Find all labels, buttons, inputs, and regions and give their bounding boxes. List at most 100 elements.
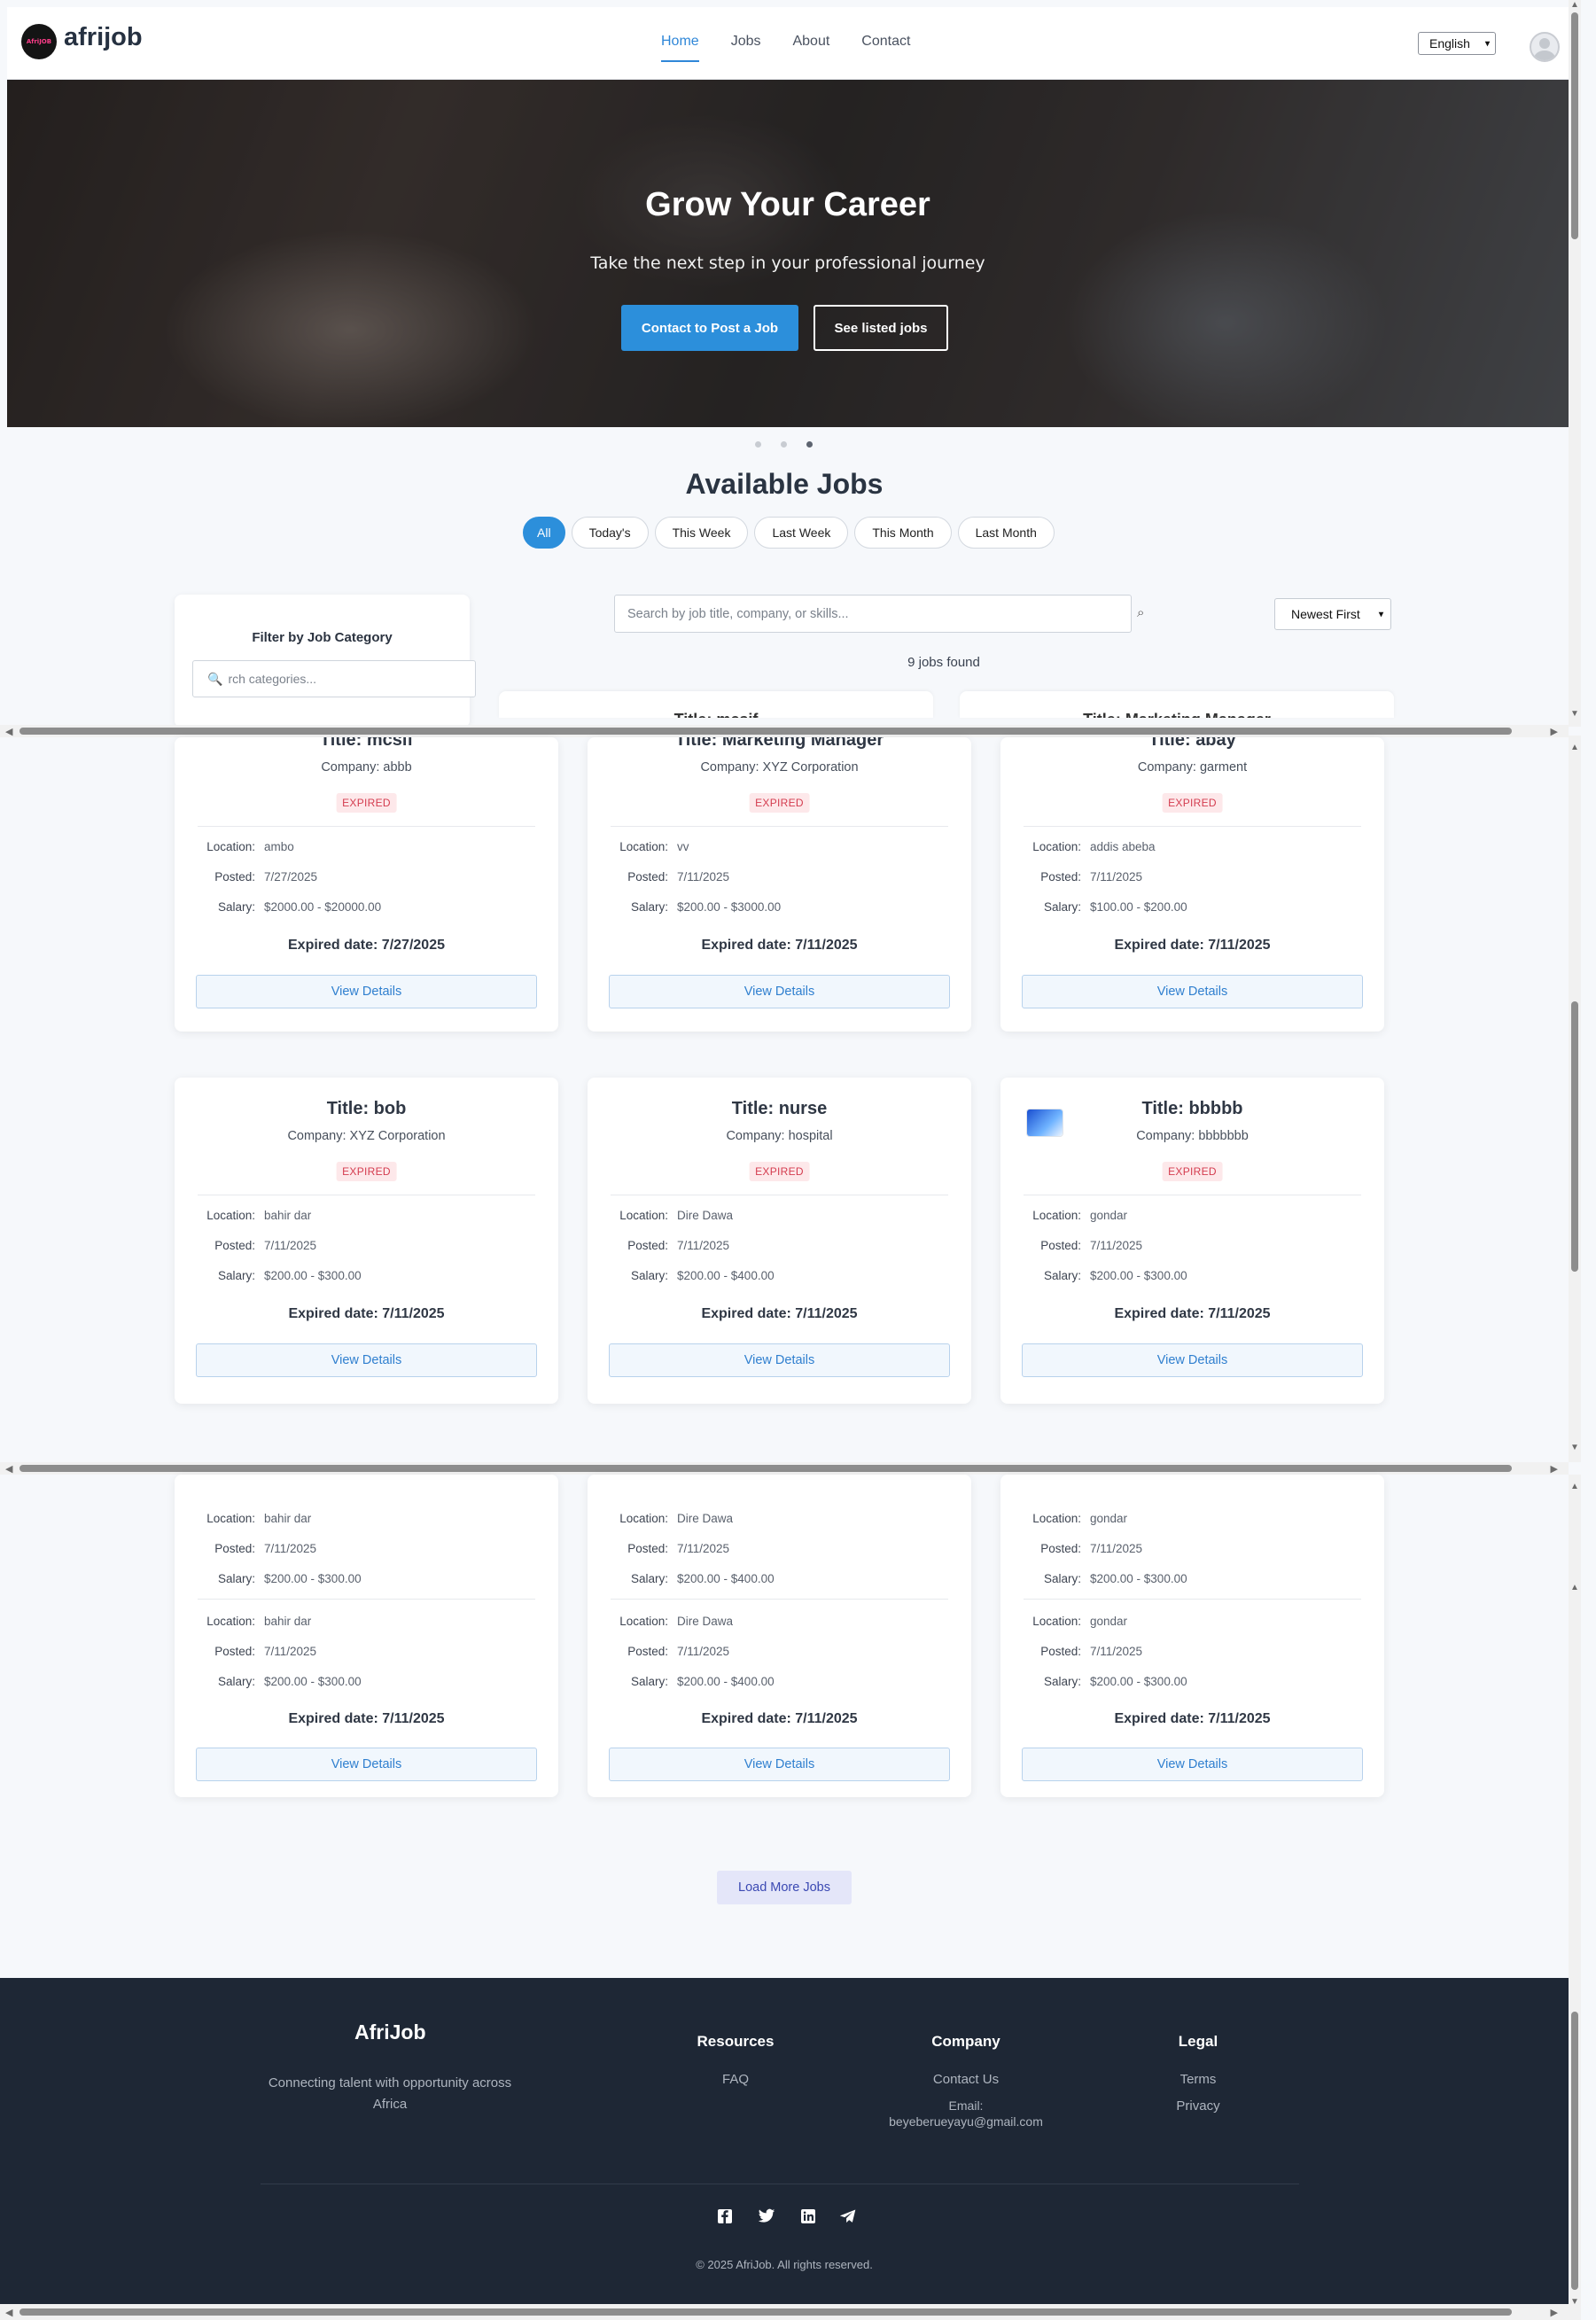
view-details-button[interactable]: View Details [1022, 1343, 1363, 1377]
detail-value: gondar [1090, 1615, 1128, 1628]
see-listed-jobs-button[interactable]: See listed jobs [814, 305, 948, 351]
detail-value: 7/11/2025 [1090, 1239, 1143, 1252]
carousel-dot-2[interactable] [781, 441, 787, 448]
footer-link-terms[interactable]: Terms [1109, 2072, 1287, 2087]
horizontal-scrollbar[interactable]: ◀ ▶ [0, 725, 1569, 737]
horizontal-scrollbar[interactable]: ◀ ▶ [0, 1462, 1569, 1475]
detail-label: Posted: [1040, 870, 1081, 884]
job-title[interactable]: Title: mcsif [175, 737, 558, 751]
footer-link-contact[interactable]: Contact Us [877, 2072, 1055, 2087]
detail-value: $200.00 - $300.00 [264, 1675, 362, 1688]
carousel-dot-3[interactable] [806, 441, 813, 448]
scroll-up-arrow[interactable]: ▲ [1570, 743, 1579, 752]
scroll-down-arrow[interactable]: ▼ [1570, 2297, 1579, 2307]
linkedin-icon[interactable] [798, 2207, 818, 2226]
job-title[interactable]: Title: bbbbb [1000, 1099, 1384, 1119]
job-title[interactable]: Title: bob [175, 1099, 558, 1119]
scroll-left-arrow[interactable]: ◀ [5, 2307, 12, 2318]
card-detail-row: Salary: $200.00 - $3000.00 [611, 900, 781, 914]
nav-contact[interactable]: Contact [861, 34, 910, 62]
job-title[interactable]: Title: nurse [588, 1099, 971, 1119]
user-avatar[interactable] [1530, 32, 1560, 62]
card-detail-row: Posted: 7/11/2025 [611, 1239, 729, 1252]
twitter-icon[interactable] [757, 2207, 776, 2226]
view-details-button[interactable]: View Details [609, 975, 950, 1008]
filter-all[interactable]: All [523, 517, 565, 549]
detail-label: Salary: [630, 1269, 668, 1282]
detail-label: Salary: [217, 1675, 255, 1688]
detail-label: Posted: [627, 1239, 668, 1252]
scroll-left-arrow[interactable]: ◀ [5, 1463, 12, 1475]
detail-value: $100.00 - $200.00 [1090, 900, 1187, 914]
view-details-button[interactable]: View Details [1022, 1748, 1363, 1781]
facebook-icon[interactable] [715, 2207, 735, 2226]
scrollbar-thumb[interactable] [19, 728, 1512, 735]
view-details-button[interactable]: View Details [196, 975, 537, 1008]
scrollbar-thumb[interactable] [19, 2308, 1512, 2316]
brand-name[interactable]: afrijob [64, 23, 143, 52]
language-select[interactable]: English ▾ [1418, 32, 1496, 55]
view-details-button[interactable]: View Details [196, 1748, 537, 1781]
load-more-button[interactable]: Load More Jobs [717, 1871, 852, 1904]
carousel-dot-1[interactable] [755, 441, 761, 448]
search-icon[interactable]: ⌕ [1137, 605, 1144, 620]
nav-about[interactable]: About [792, 34, 829, 62]
job-title[interactable]: Title: abay [1000, 737, 1384, 751]
scrollbar-thumb[interactable] [1571, 2012, 1578, 2290]
filter-this-week[interactable]: This Week [654, 517, 749, 549]
vertical-scrollbar[interactable]: ▲ ▼ [1569, 0, 1581, 727]
filter-last-week[interactable]: Last Week [754, 517, 849, 549]
detail-label: Salary: [1043, 1572, 1081, 1585]
view-details-button[interactable]: View Details [1022, 975, 1363, 1008]
scroll-up-arrow[interactable]: ▲ [1570, 1583, 1579, 1592]
view-details-button[interactable]: View Details [196, 1343, 537, 1377]
scroll-up-arrow[interactable]: ▲ [1570, 1482, 1579, 1491]
scroll-up-arrow[interactable]: ▲ [1570, 0, 1579, 10]
vertical-scrollbar[interactable]: ▲ ▲ ▼ [1569, 1475, 1581, 2320]
telegram-icon[interactable] [838, 2207, 858, 2226]
scroll-down-arrow[interactable]: ▼ [1570, 1443, 1579, 1452]
scroll-left-arrow[interactable]: ◀ [5, 726, 12, 737]
footer-link-faq[interactable]: FAQ [647, 2072, 824, 2087]
footer-link-privacy[interactable]: Privacy [1109, 2098, 1287, 2114]
footer-email[interactable]: beyeberueyayu@gmail.com [833, 2114, 1099, 2129]
contact-post-job-button[interactable]: Contact to Post a Job [621, 305, 798, 351]
scroll-right-arrow[interactable]: ▶ [1551, 1463, 1558, 1475]
filter-today[interactable]: Today's [571, 517, 649, 549]
detail-value: bahir dar [264, 1615, 312, 1628]
nav-home[interactable]: Home [661, 34, 699, 62]
filter-last-month[interactable]: Last Month [957, 517, 1055, 549]
top-navbar: AfriJOB afrijob Home Jobs About Contact … [7, 7, 1569, 80]
card-detail-row: Posted: 7/11/2025 [1024, 870, 1142, 884]
card-detail-row: Salary: $200.00 - $400.00 [611, 1572, 775, 1585]
scroll-right-arrow[interactable]: ▶ [1551, 726, 1558, 737]
detail-value: Dire Dawa [677, 1512, 734, 1525]
scrollbar-thumb[interactable] [1571, 12, 1578, 239]
sort-select[interactable]: Newest First ▾ [1274, 598, 1391, 630]
scrollbar-thumb[interactable] [1571, 1001, 1578, 1272]
filter-this-month[interactable]: This Month [854, 517, 952, 549]
filter-panel-title: Filter by Job Category [252, 630, 393, 645]
detail-label: Posted: [627, 1542, 668, 1555]
card-detail-row: Salary: $200.00 - $300.00 [199, 1675, 362, 1688]
job-search-input[interactable]: Search by job title, company, or skills.… [614, 595, 1132, 633]
available-jobs-heading: Available Jobs [685, 468, 884, 500]
expired-date: Expired date: 7/11/2025 [1114, 1306, 1271, 1321]
job-card: Title: Marketing Manager Company: XYZ Cor… [588, 737, 971, 1032]
brand-logo[interactable]: AfriJOB [21, 24, 57, 59]
scrollbar-thumb[interactable] [19, 1465, 1512, 1472]
nav-jobs[interactable]: Jobs [731, 34, 761, 62]
card-detail-row: Posted: 7/11/2025 [1024, 1542, 1142, 1555]
card-divider [198, 1599, 535, 1600]
peek-title: Title: Marketing Manager [1083, 711, 1271, 718]
detail-label: Salary: [217, 900, 255, 914]
scroll-right-arrow[interactable]: ▶ [1551, 2307, 1558, 2318]
view-details-button[interactable]: View Details [609, 1343, 950, 1377]
language-value: English [1429, 36, 1470, 51]
job-title[interactable]: Title: Marketing Manager [588, 737, 971, 751]
vertical-scrollbar[interactable]: ▲ ▼ [1569, 736, 1581, 1462]
view-details-button[interactable]: View Details [609, 1748, 950, 1781]
card-detail-row: Salary: $200.00 - $300.00 [1024, 1675, 1187, 1688]
scroll-down-arrow[interactable]: ▼ [1570, 709, 1579, 719]
horizontal-scrollbar[interactable]: ◀ ▶ [0, 2304, 1569, 2320]
